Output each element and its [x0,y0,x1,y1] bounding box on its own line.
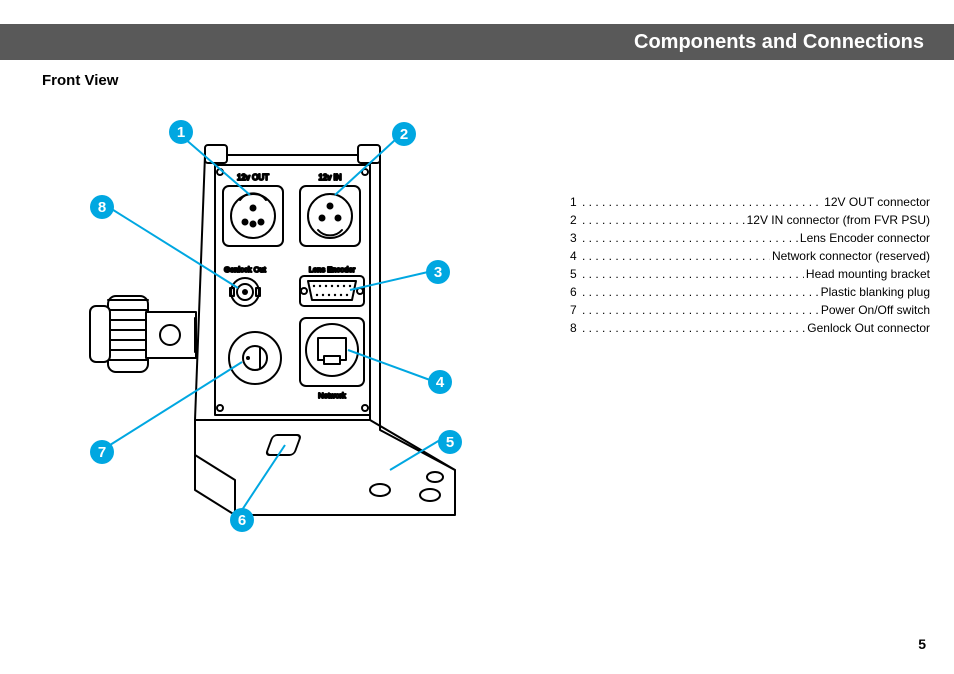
legend-num: 3 [570,229,582,247]
legend-dots [582,247,770,261]
callout-5: 5 [438,430,462,454]
device-drawing: 12v OUT 12v IN Genlock Out [60,100,520,560]
svg-text:Network: Network [318,391,346,400]
legend-dots [582,319,805,333]
callout-1: 1 [169,120,193,144]
svg-text:12v OUT: 12v OUT [237,173,269,182]
legend-row: 1 12V OUT connector [570,193,930,211]
svg-text:Lens Encoder: Lens Encoder [309,265,356,274]
page-number: 5 [918,636,926,652]
legend-desc: Genlock Out connector [805,319,930,337]
callout-4: 4 [428,370,452,394]
callout-7: 7 [90,440,114,464]
legend-row: 3 Lens Encoder connector [570,229,930,247]
legend-row: 8 Genlock Out connector [570,319,930,337]
callout-2: 2 [392,122,416,146]
svg-text:12v IN: 12v IN [318,173,341,182]
callout-3-num: 3 [434,264,442,281]
legend-desc: Plastic blanking plug [819,283,930,301]
legend-desc: Head mounting bracket [804,265,930,283]
callout-8-num: 8 [98,199,106,216]
legend-num: 1 [570,193,582,211]
legend-row: 4 Network connector (reserved) [570,247,930,265]
legend-dots [582,265,804,279]
legend-num: 8 [570,319,582,337]
legend-row: 5 Head mounting bracket [570,265,930,283]
legend-dots [582,193,822,207]
legend-num: 2 [570,211,582,229]
legend-dots [582,283,819,297]
front-view-diagram: 12v OUT 12v IN Genlock Out [60,100,520,560]
callout-6-num: 6 [238,512,246,529]
legend-desc: 12V OUT connector [822,193,930,211]
callout-2-num: 2 [400,126,408,143]
callout-4-num: 4 [436,374,444,391]
legend-desc: 12V IN connector (from FVR PSU) [745,211,930,229]
section-title: Front View [42,72,118,89]
callout-6: 6 [230,508,254,532]
header-bar: Components and Connections [0,24,954,60]
legend-num: 5 [570,265,582,283]
legend-list: 1 12V OUT connector 2 12V IN connector (… [570,193,930,337]
header-title: Components and Connections [634,31,924,54]
legend-desc: Power On/Off switch [819,301,930,319]
callout-1-num: 1 [177,124,185,141]
callout-7-num: 7 [98,444,106,461]
svg-text:Genlock Out: Genlock Out [224,265,267,274]
legend-desc: Network connector (reserved) [770,247,930,265]
legend-dots [582,229,798,243]
legend-row: 7 Power On/Off switch [570,301,930,319]
callout-8: 8 [90,195,114,219]
legend-dots [582,301,819,315]
legend-num: 4 [570,247,582,265]
legend-num: 6 [570,283,582,301]
legend-num: 7 [570,301,582,319]
legend-row: 2 12V IN connector (from FVR PSU) [570,211,930,229]
legend-row: 6 Plastic blanking plug [570,283,930,301]
legend-dots [582,211,745,225]
callout-5-num: 5 [446,434,454,451]
callout-3: 3 [426,260,450,284]
legend-desc: Lens Encoder connector [798,229,930,247]
